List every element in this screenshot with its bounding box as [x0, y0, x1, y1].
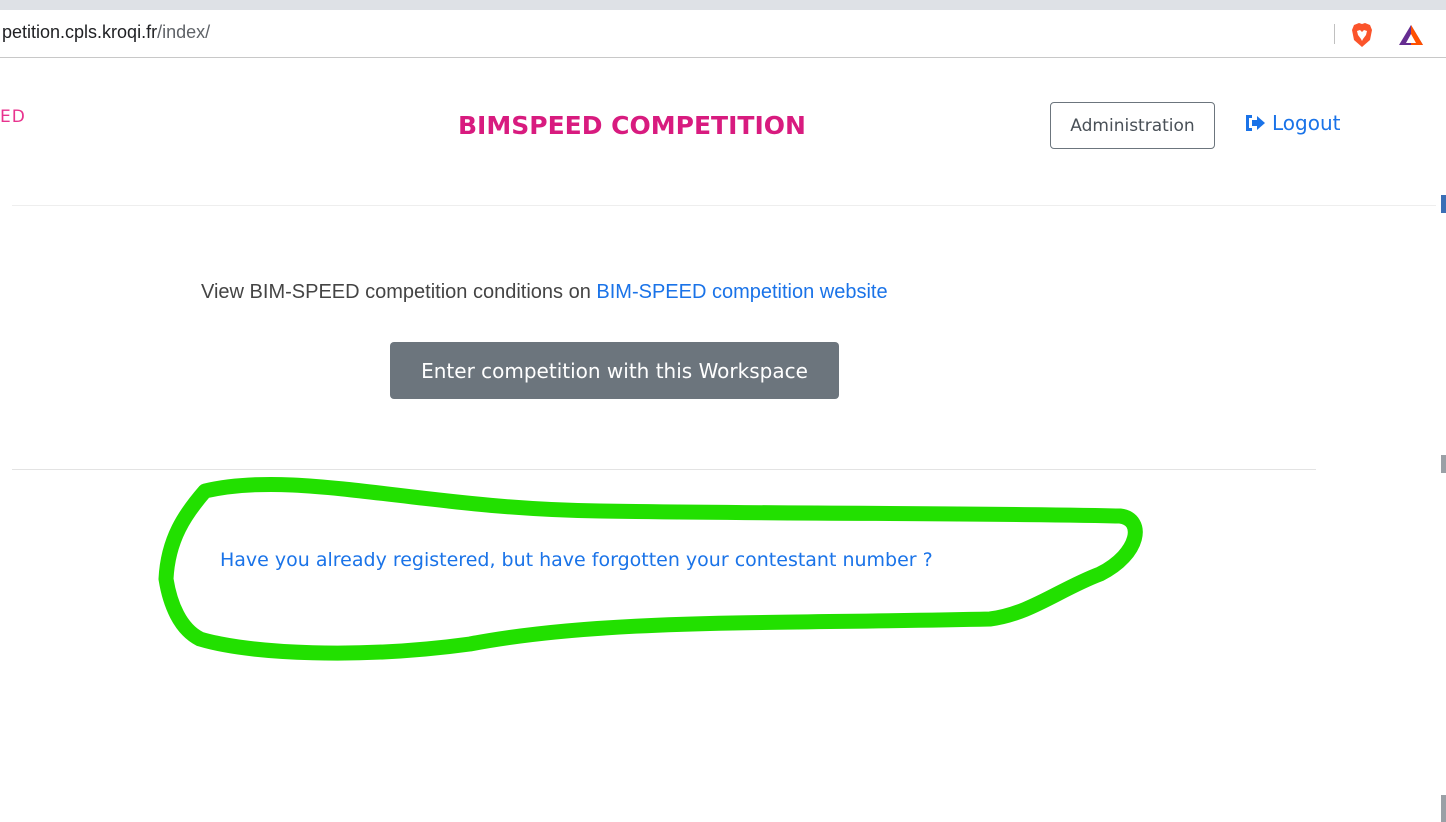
address-bar[interactable]: petition.cpls.kroqi.fr/index/ — [0, 10, 1446, 58]
administration-button[interactable]: Administration — [1050, 102, 1215, 149]
scrollbar-thumb[interactable] — [1441, 795, 1446, 822]
competition-website-link[interactable]: BIM-SPEED competition website — [596, 281, 887, 303]
browser-top-strip — [0, 0, 1446, 10]
url-text[interactable]: petition.cpls.kroqi.fr/index/ — [2, 22, 210, 43]
enter-competition-button[interactable]: Enter competition with this Workspace — [390, 342, 839, 399]
logout-link[interactable]: Logout — [1244, 111, 1340, 135]
sign-out-icon — [1246, 115, 1265, 131]
logout-label: Logout — [1272, 111, 1341, 135]
brave-lion-icon[interactable] — [1350, 22, 1374, 48]
scrollbar-marker — [1441, 195, 1446, 213]
url-host: petition.cpls.kroqi.fr — [2, 22, 158, 42]
url-path: /index/ — [157, 22, 211, 42]
scrollbar-marker — [1441, 455, 1446, 473]
site-logo[interactable]: ED — [0, 107, 26, 127]
conditions-line: View BIM-SPEED competition conditions on… — [201, 281, 888, 304]
page-title: BIMSPEED COMPETITION — [458, 111, 806, 140]
toolbar-divider — [1334, 24, 1335, 44]
conditions-text: View BIM-SPEED competition conditions on — [201, 281, 591, 303]
page-viewport: ED BIMSPEED COMPETITION Administration L… — [0, 59, 1436, 822]
forgot-contestant-number-link[interactable]: Have you already registered, but have fo… — [220, 549, 933, 571]
section-divider — [12, 469, 1316, 470]
header-divider — [12, 205, 1436, 206]
scrollbar-track[interactable] — [1436, 59, 1446, 822]
bat-triangle-icon[interactable] — [1398, 24, 1424, 46]
green-highlight-scribble — [158, 476, 1143, 661]
